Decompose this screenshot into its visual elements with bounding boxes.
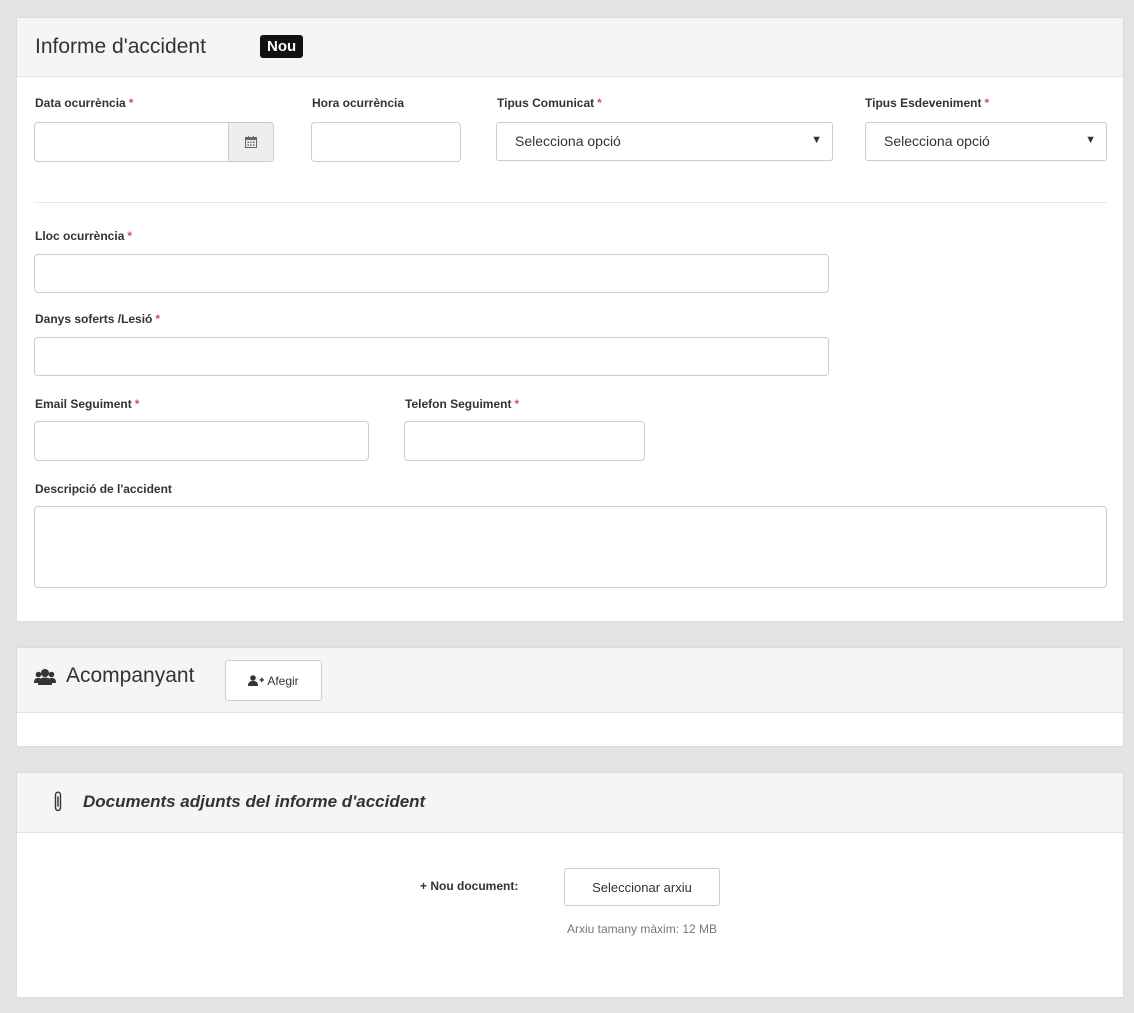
- phone-label: Telefon Seguiment *: [405, 397, 520, 411]
- page-title: Informe d'accident: [35, 35, 206, 58]
- event-type-select[interactable]: Selecciona opció ▼: [865, 122, 1107, 161]
- dropdown-arrow-icon: ▼: [1085, 134, 1096, 146]
- description-label: Descripció de l'accident: [35, 482, 172, 496]
- max-size-note: Arxiu tamany màxim: 12 MB: [567, 922, 718, 936]
- documents-title: Documents adjunts del informe d'accident: [83, 792, 426, 811]
- dropdown-arrow-icon: ▼: [811, 134, 822, 146]
- damage-label: Danys soferts /Lesió *: [35, 312, 161, 326]
- date-label: Data ocurrència *: [35, 96, 134, 110]
- email-input[interactable]: [34, 421, 369, 461]
- event-type-label: Tipus Esdeveniment *: [865, 96, 990, 110]
- communication-type-label: Tipus Comunicat *: [497, 96, 602, 110]
- phone-input[interactable]: [404, 421, 645, 461]
- documents-panel: Documents adjunts del informe d'accident…: [16, 772, 1124, 998]
- users-icon: [34, 669, 56, 685]
- add-companion-button[interactable]: Afegir: [225, 660, 322, 701]
- select-file-button[interactable]: Seleccionar arxiu: [564, 868, 720, 906]
- damage-input[interactable]: [34, 337, 829, 376]
- communication-type-select[interactable]: Selecciona opció ▼: [496, 122, 833, 161]
- accident-report-panel: Informe d'accident Nou Data ocurrència * …: [16, 17, 1124, 622]
- time-label: Hora ocurrència: [312, 96, 405, 110]
- time-input[interactable]: [311, 122, 461, 162]
- new-document-label: + Nou document:: [420, 879, 519, 893]
- companion-title: Acompanyant: [66, 664, 195, 687]
- paperclip-icon: [54, 791, 62, 812]
- place-label: Lloc ocurrència *: [35, 229, 133, 243]
- calendar-icon: [245, 136, 257, 148]
- divider: [34, 202, 1107, 203]
- documents-header: Documents adjunts del informe d'accident: [17, 773, 1123, 833]
- companion-header: Acompanyant Afegir: [17, 648, 1123, 713]
- communication-type-selected: Selecciona opció: [515, 133, 621, 149]
- event-type-selected: Selecciona opció: [884, 133, 990, 149]
- companion-panel: Acompanyant Afegir: [16, 647, 1124, 747]
- place-input[interactable]: [34, 254, 829, 293]
- date-field[interactable]: [34, 122, 274, 162]
- accident-report-header: Informe d'accident Nou: [17, 18, 1123, 77]
- description-textarea[interactable]: [34, 506, 1107, 588]
- new-badge: Nou: [260, 35, 304, 58]
- select-file-label: Seleccionar arxiu: [592, 879, 692, 895]
- calendar-button[interactable]: [228, 123, 273, 161]
- email-label: Email Seguiment *: [35, 397, 140, 411]
- user-plus-icon: [248, 675, 265, 686]
- required-mark: *: [128, 96, 134, 110]
- add-companion-label: Afegir: [267, 673, 299, 688]
- date-input[interactable]: [35, 123, 228, 161]
